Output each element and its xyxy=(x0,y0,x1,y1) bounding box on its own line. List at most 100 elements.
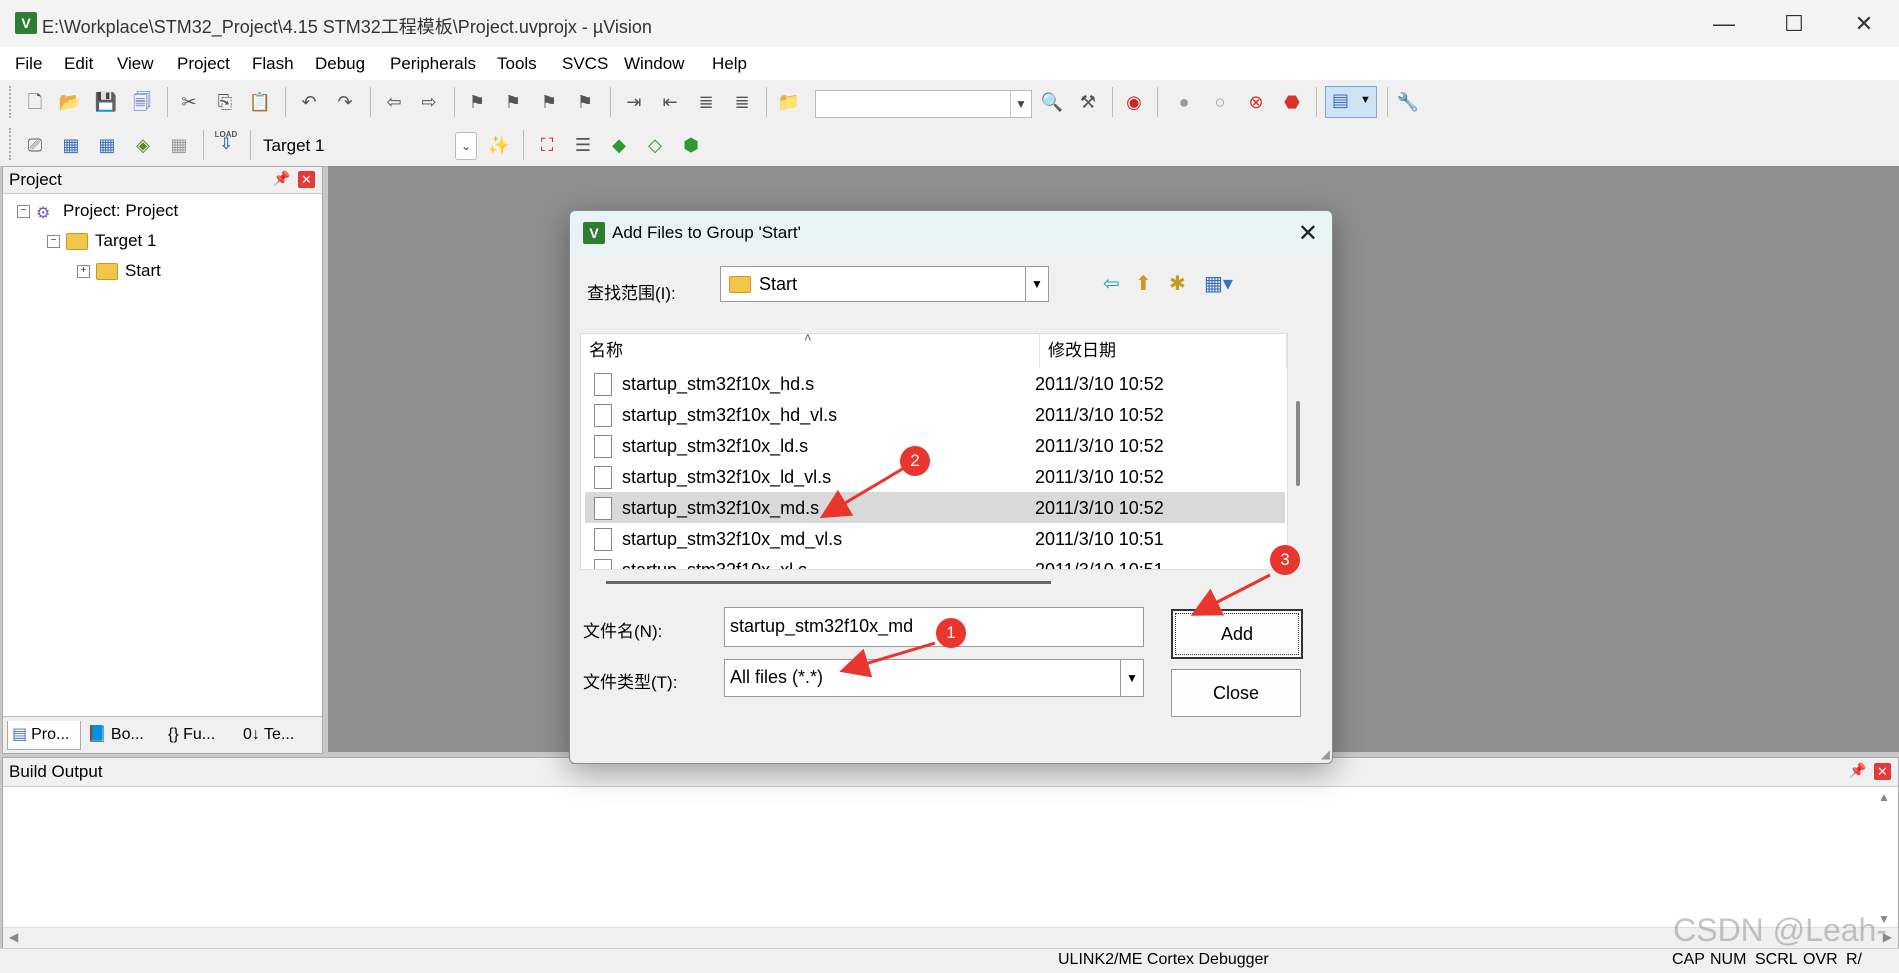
file-row[interactable]: startup_stm32f10x_xl.s 2011/3/10 10:51 xyxy=(585,554,1285,569)
redo-icon[interactable]: ↷ xyxy=(333,90,357,114)
rte-components-icon[interactable]: ⬢ xyxy=(679,133,703,157)
navigate-back-icon[interactable]: ⇦ xyxy=(382,90,406,114)
bookmark-toggle-icon[interactable]: ⚑ xyxy=(465,90,489,114)
batch-build-icon[interactable]: ◈ xyxy=(131,133,155,157)
add-button[interactable]: Add xyxy=(1171,609,1303,659)
bookmark-clear-icon[interactable]: ⚑ xyxy=(573,90,597,114)
load-download-icon[interactable]: LOAD ⇩ xyxy=(214,130,238,154)
menu-peripherals[interactable]: Peripherals xyxy=(390,54,476,74)
breakpoint-kill-all-icon[interactable]: ⬣ xyxy=(1280,90,1304,114)
translate-icon[interactable]: ⎚ xyxy=(23,133,47,157)
tab-project[interactable]: ▤ Pro... xyxy=(7,721,81,750)
close-icon[interactable]: ✕ xyxy=(298,171,315,188)
horizontal-scrollbar[interactable]: ◀ ▶ xyxy=(3,927,1898,948)
bookmark-next-icon[interactable]: ⚑ xyxy=(537,90,561,114)
menu-help[interactable]: Help xyxy=(712,54,747,74)
menu-flash[interactable]: Flash xyxy=(252,54,294,74)
copy-icon[interactable]: ⎘ xyxy=(213,90,237,114)
cut-icon[interactable]: ✂ xyxy=(177,90,201,114)
pin-icon[interactable]: 📌 xyxy=(1849,762,1866,779)
undo-icon[interactable]: ↶ xyxy=(297,90,321,114)
file-list-vertical-scrollbar[interactable] xyxy=(1296,401,1300,486)
manage-rte-icon[interactable]: ◆ xyxy=(607,133,631,157)
column-header-name[interactable]: 名称 xyxy=(581,334,1040,368)
chevron-down-icon[interactable]: ⌄ xyxy=(455,132,477,160)
target-options-icon[interactable]: ✨ xyxy=(487,133,511,157)
collapse-icon[interactable]: − xyxy=(47,235,60,249)
find-icon[interactable]: 🔍 xyxy=(1040,90,1064,114)
select-packs-icon[interactable]: ☰ xyxy=(571,133,595,157)
look-in-select[interactable]: Start ▼ xyxy=(720,266,1049,302)
tree-item-project[interactable]: − ⚙ Project: Project xyxy=(17,201,178,225)
file-name-input[interactable]: startup_stm32f10x_md xyxy=(724,607,1144,647)
build-icon[interactable]: ▦ xyxy=(59,133,83,157)
menu-view[interactable]: View xyxy=(117,54,154,74)
resize-grip-icon[interactable]: ◢ xyxy=(1321,747,1330,761)
back-arrow-icon[interactable]: ⇦ xyxy=(1103,271,1120,296)
file-list-horizontal-scrollbar[interactable] xyxy=(606,581,1051,584)
collapse-icon[interactable]: − xyxy=(17,205,30,219)
toolbar-grip[interactable] xyxy=(9,86,15,118)
new-file-icon[interactable]: 🗋 xyxy=(23,90,47,114)
pack-installer-icon[interactable]: ◇ xyxy=(643,133,667,157)
toolbar-grip[interactable] xyxy=(9,128,15,160)
tree-item-group-start[interactable]: + Start xyxy=(77,261,161,285)
target-select[interactable]: Target 1 ⌄ xyxy=(257,132,477,160)
save-icon[interactable]: 💾 xyxy=(94,90,118,114)
manage-project-items-icon[interactable]: ⛶ xyxy=(535,133,559,157)
file-row[interactable]: startup_stm32f10x_hd.s 2011/3/10 10:52 xyxy=(585,368,1285,399)
file-row[interactable]: startup_stm32f10x_hd_vl.s 2011/3/10 10:5… xyxy=(585,399,1285,430)
menu-window[interactable]: Window xyxy=(624,54,684,74)
uncomment-icon[interactable]: ≣ xyxy=(730,90,754,114)
menu-edit[interactable]: Edit xyxy=(64,54,93,74)
view-menu-icon[interactable]: ▦▾ xyxy=(1204,271,1233,296)
menu-debug[interactable]: Debug xyxy=(315,54,365,74)
breakpoint-insert-icon[interactable]: ● xyxy=(1172,90,1196,114)
chevron-down-icon[interactable]: ▼ xyxy=(1010,91,1031,117)
configuration-wrench-icon[interactable]: 🔧 xyxy=(1396,90,1420,114)
unindent-icon[interactable]: ⇤ xyxy=(658,90,682,114)
breakpoint-enable-icon[interactable]: ○ xyxy=(1208,90,1232,114)
dialog-close-icon[interactable]: ✕ xyxy=(1298,219,1318,248)
find-combo[interactable]: ▼ xyxy=(815,90,1032,118)
menu-tools[interactable]: Tools xyxy=(497,54,537,74)
maximize-button[interactable]: ☐ xyxy=(1759,0,1829,47)
column-header-date[interactable]: 修改日期 xyxy=(1040,334,1287,368)
scroll-left-icon[interactable]: ◀ xyxy=(9,930,18,944)
find-in-files-icon[interactable]: 📁 xyxy=(777,90,801,114)
vertical-scrollbar[interactable]: ▲ ▼ xyxy=(1878,788,1896,928)
save-all-icon[interactable]: 🗐 xyxy=(130,90,154,114)
chevron-down-icon[interactable]: ▼ xyxy=(1025,267,1048,301)
menu-project[interactable]: Project xyxy=(177,54,230,74)
up-folder-icon[interactable]: ⬆ xyxy=(1135,271,1152,296)
scroll-up-icon[interactable]: ▲ xyxy=(1878,790,1890,804)
file-row[interactable]: startup_stm32f10x_ld_vl.s 2011/3/10 10:5… xyxy=(585,461,1285,492)
tree-item-target[interactable]: − Target 1 xyxy=(47,231,156,255)
incremental-find-icon[interactable]: ⚒ xyxy=(1076,90,1100,114)
chevron-down-icon[interactable]: ▼ xyxy=(1120,660,1143,696)
breakpoint-disable-all-icon[interactable]: ⊗ xyxy=(1244,90,1268,114)
minimize-button[interactable]: — xyxy=(1689,0,1759,47)
tab-books[interactable]: 📘 Bo... xyxy=(87,721,163,749)
expand-icon[interactable]: + xyxy=(77,265,90,279)
paste-icon[interactable]: 📋 xyxy=(248,90,272,114)
tab-functions[interactable]: {} Fu... xyxy=(168,721,244,749)
window-layout-dropdown[interactable]: ▤ ▼ xyxy=(1325,86,1377,118)
file-row[interactable]: startup_stm32f10x_ld.s 2011/3/10 10:52 xyxy=(585,430,1285,461)
window-close-button[interactable]: ✕ xyxy=(1829,0,1899,47)
file-row[interactable]: startup_stm32f10x_md_vl.s 2011/3/10 10:5… xyxy=(585,523,1285,554)
tab-templates[interactable]: 0↓ Te... xyxy=(243,721,319,749)
indent-icon[interactable]: ⇥ xyxy=(622,90,646,114)
bookmark-prev-icon[interactable]: ⚑ xyxy=(501,90,525,114)
open-file-icon[interactable]: 📂 xyxy=(58,90,82,114)
stop-build-icon[interactable]: ▦ xyxy=(167,133,191,157)
file-row-selected[interactable]: startup_stm32f10x_md.s 2011/3/10 10:52 xyxy=(585,492,1285,523)
pin-icon[interactable]: 📌 xyxy=(273,170,290,187)
navigate-forward-icon[interactable]: ⇨ xyxy=(417,90,441,114)
comment-icon[interactable]: ≣ xyxy=(694,90,718,114)
debug-session-icon[interactable]: ◉ xyxy=(1122,90,1146,114)
rebuild-icon[interactable]: ▦ xyxy=(95,133,119,157)
menu-file[interactable]: File xyxy=(15,54,42,74)
close-button[interactable]: Close xyxy=(1171,669,1301,717)
menu-svcs[interactable]: SVCS xyxy=(562,54,608,74)
